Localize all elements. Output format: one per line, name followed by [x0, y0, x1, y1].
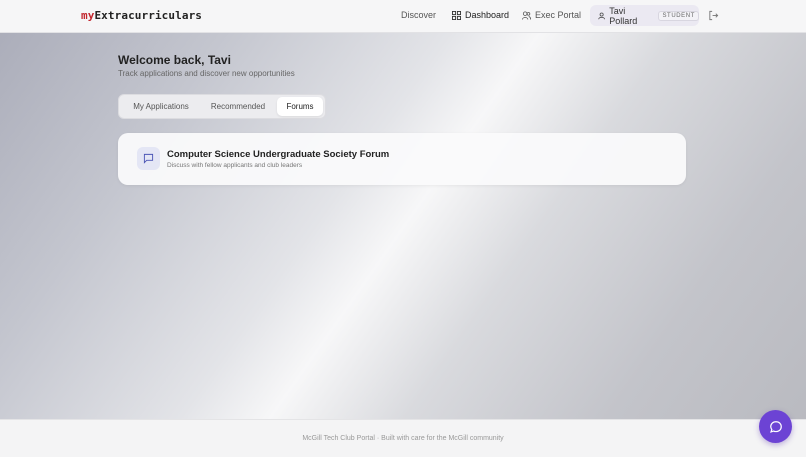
footer-text: McGill Tech Club Portal · Built with car…	[302, 435, 504, 442]
nav-link-discover[interactable]: Discover	[401, 10, 436, 20]
tab-forums[interactable]: Forums	[277, 97, 323, 116]
page-footer: McGill Tech Club Portal · Built with car…	[0, 419, 806, 457]
dashboard-grid-icon	[452, 10, 461, 20]
logo-prefix: my	[81, 9, 95, 22]
logo-suffix: Extracurriculars	[94, 9, 203, 22]
page-title: Welcome back, Tavi	[118, 53, 231, 67]
chat-button[interactable]	[759, 410, 792, 443]
nav-link-dashboard[interactable]: Dashboard	[452, 10, 509, 20]
dashboard-tabs: My Applications Recommended Forums	[118, 94, 326, 119]
nav-link-exec-portal-label: Exec Portal	[535, 10, 582, 20]
app-logo[interactable]: myExtracurriculars	[81, 9, 202, 22]
user-name: Tavi Pollard	[609, 5, 638, 26]
users-icon	[522, 10, 531, 20]
page-subtitle: Track applications and discover new oppo…	[118, 69, 295, 78]
forum-icon-wrapper	[137, 147, 160, 170]
user-chip[interactable]: Tavi Pollard STUDENT	[590, 5, 699, 26]
role-badge: STUDENT	[658, 10, 699, 21]
nav-link-dashboard-label: Dashboard	[465, 10, 510, 20]
message-square-icon	[143, 153, 154, 164]
nav-link-discover-label: Discover	[401, 10, 437, 20]
tab-recommended[interactable]: Recommended	[203, 97, 273, 116]
forum-subtitle: Discuss with fellow applicants and club …	[167, 162, 303, 169]
chat-bubble-icon	[769, 420, 782, 433]
forum-card[interactable]: Computer Science Undergraduate Society F…	[118, 133, 686, 185]
forum-title: Computer Science Undergraduate Society F…	[167, 149, 390, 160]
logout-icon[interactable]	[708, 10, 719, 21]
top-navbar: myExtracurriculars Discover Dashboard Ex…	[0, 0, 806, 33]
tab-my-applications[interactable]: My Applications	[123, 97, 199, 116]
user-icon	[598, 12, 605, 19]
nav-link-exec-portal[interactable]: Exec Portal	[522, 10, 581, 20]
